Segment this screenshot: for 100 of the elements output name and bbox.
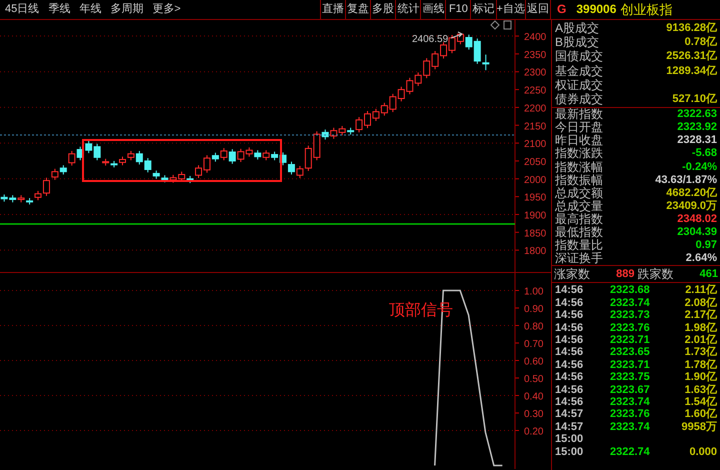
stat-value: 2304.39: [677, 226, 717, 240]
tick-price: 2323.74: [610, 296, 651, 309]
tick-time: 14:56: [555, 296, 584, 309]
axis-tick-label: 2250: [524, 86, 546, 97]
tick-volume: 9958万: [680, 420, 717, 433]
axis-tick-label: 2200: [524, 103, 546, 114]
axis-tick-label: 0.50: [524, 374, 544, 385]
tick-time: 14:56: [555, 396, 584, 408]
tick-price: 2323.65: [610, 346, 651, 358]
axis-tick-label: 2000: [524, 174, 546, 186]
quote-name: 创业板指: [620, 1, 672, 19]
axis-tick-label: 1800: [524, 246, 546, 258]
axis-tick-label: 0.80: [524, 322, 544, 332]
stat-value: 2322.63: [677, 108, 717, 122]
tick-time: 14:56: [555, 384, 584, 396]
stat-label: 指数涨跌: [555, 147, 603, 160]
tick-price: 2323.76: [610, 322, 651, 334]
stat-label: 指数涨幅: [555, 160, 603, 174]
tick-price: 2323.75: [610, 371, 651, 384]
quote-code: 399006: [576, 1, 616, 18]
tick-volume: 1.60亿: [684, 408, 717, 420]
period-tab[interactable]: 年线: [79, 0, 102, 19]
up-count: 889: [615, 267, 636, 282]
toolbar-button[interactable]: +自选: [496, 0, 525, 19]
stat-label: 昨日收盘: [555, 134, 603, 148]
tick-time: 14:57: [555, 408, 584, 420]
stat-value: 43.63/1.87%: [655, 174, 717, 187]
pointer-arrow-icon: [450, 32, 463, 38]
toolbar-button[interactable]: F10: [445, 0, 470, 19]
up-count-label: 涨家数: [554, 266, 590, 284]
stat-label: 债券成交: [555, 92, 603, 106]
axis-tick-label: 0.30: [524, 409, 544, 420]
tick-volume: 1.73亿: [684, 346, 717, 358]
stat-label: 总成交额: [555, 186, 603, 200]
tick-volume: 2.01亿: [684, 334, 717, 346]
axis-tick-label: 1950: [524, 192, 546, 204]
axis-tick-label: 2350: [524, 50, 546, 61]
tick-time: 14:56: [555, 346, 584, 358]
tick-time: 15:00: [555, 446, 584, 458]
stat-value: -5.68: [692, 147, 717, 160]
tick-volume: 2.08亿: [684, 296, 717, 309]
stat-label: 基金成交: [555, 64, 603, 78]
stat-label: 最高指数: [555, 212, 603, 226]
period-tab[interactable]: 45日线: [5, 0, 40, 19]
axis-tick-label: 2400: [524, 32, 546, 44]
axis-tick-label: 1900: [524, 210, 546, 222]
stat-value: 2323.92: [677, 121, 717, 134]
stat-value: 23409.0万: [666, 200, 717, 213]
tick-price: 2323.74: [610, 396, 651, 408]
square-icon: [504, 20, 512, 30]
tick-time: 14:56: [555, 371, 584, 384]
tick-time: 14:56: [555, 358, 584, 371]
stat-label: 最低指数: [555, 226, 603, 240]
flag-label: G: [557, 1, 566, 18]
tick-price: 2323.68: [610, 284, 651, 296]
tick-volume: 1.54亿: [684, 396, 717, 408]
period-tab[interactable]: 多周期: [110, 0, 144, 19]
diamond-icon: [490, 20, 500, 30]
axis-tick-label: 0.20: [524, 426, 544, 438]
stat-value: 1289.34亿: [666, 64, 717, 78]
tick-price: 2323.71: [610, 334, 651, 346]
tick-price: 2323.76: [610, 408, 651, 420]
tick-time: 14:56: [555, 284, 584, 296]
stat-label: 深证换手: [555, 252, 603, 266]
toolbar-button[interactable]: 返回: [524, 0, 550, 19]
stat-label: B股成交: [555, 35, 600, 50]
tick-time: 14:56: [555, 334, 584, 346]
stat-value: 2.64%: [686, 252, 717, 266]
period-tab[interactable]: 更多>: [152, 0, 181, 19]
tick-price: 2322.74: [610, 446, 651, 458]
axis-tick-label: 2100: [524, 139, 546, 150]
tick-price: 2323.73: [610, 309, 651, 322]
tick-volume: 1.63亿: [684, 384, 717, 396]
axis-tick-label: 2300: [524, 68, 546, 79]
axis-tick-label: 0.90: [524, 304, 544, 315]
stat-label: 权证成交: [555, 78, 603, 92]
tick-volume: 1.78亿: [684, 358, 717, 371]
toolbar-button[interactable]: 标记: [470, 0, 496, 19]
tick-time: 15:00: [555, 433, 584, 446]
axis-tick-label: 0.40: [524, 392, 544, 402]
tick-volume: 1.98亿: [684, 322, 717, 334]
down-count-label: 跌家数: [638, 266, 674, 284]
axis-tick-label: 2150: [524, 121, 546, 132]
toolbar-button[interactable]: 多股: [370, 0, 396, 19]
stat-value: 2526.31亿: [666, 49, 717, 64]
toolbar-button[interactable]: 复盘: [345, 0, 370, 19]
toolbar-button[interactable]: 画线: [420, 0, 446, 19]
tick-price: 2323.74: [610, 420, 651, 433]
stat-value: 9136.28亿: [666, 21, 717, 36]
stat-value: 527.10亿: [672, 92, 717, 106]
toolbar-button[interactable]: 统计: [395, 0, 420, 19]
toolbar-button[interactable]: 直播: [320, 0, 346, 19]
period-tab[interactable]: 季线: [48, 0, 70, 19]
tick-volume: 1.90亿: [684, 371, 717, 384]
stat-value: -0.24%: [682, 160, 717, 174]
stat-value: 2328.31: [677, 134, 717, 148]
stat-label: 指数振幅: [555, 174, 603, 187]
axis-tick-label: 0.60: [524, 356, 544, 368]
stat-label: A股成交: [555, 21, 600, 36]
tick-time: 14:56: [555, 322, 584, 334]
